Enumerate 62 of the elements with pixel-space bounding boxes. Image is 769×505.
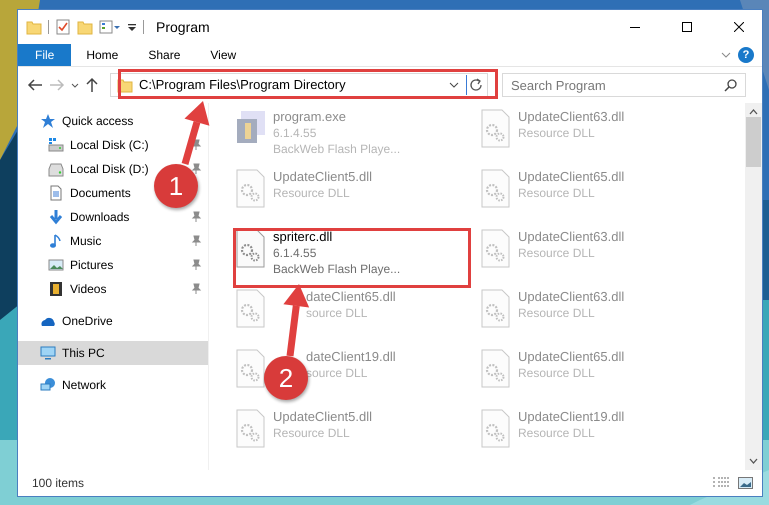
file-detail: Resource DLL: [518, 125, 596, 141]
sidebar-item[interactable]: Documents: [18, 181, 137, 205]
properties-icon[interactable]: [99, 19, 121, 35]
address-bar[interactable]: C:\Program Files\Program Directory: [110, 73, 488, 97]
file-detail: BackWeb Flash Playe...: [273, 141, 400, 157]
maximize-icon: [682, 22, 692, 32]
scrollbar[interactable]: [745, 103, 762, 470]
ribbon-tab[interactable]: Share: [133, 44, 196, 66]
scroll-up-icon[interactable]: [749, 109, 758, 115]
file-detail: Resource DLL: [273, 425, 351, 441]
ribbon-tab[interactable]: Home: [71, 44, 134, 66]
ribbon-tab[interactable]: View: [195, 44, 252, 66]
drive-icon: [48, 137, 64, 153]
back-icon[interactable]: [26, 77, 44, 93]
file-detail: Resource DLL: [518, 305, 596, 321]
checklist-icon[interactable]: [55, 19, 71, 35]
gear-file-icon[interactable]: [235, 229, 267, 269]
picture-icon: [48, 257, 64, 273]
file-name[interactable]: spriterc.dll: [273, 229, 400, 245]
file-detail: Resource DLL: [518, 245, 596, 261]
file-menu-button[interactable]: File: [18, 44, 72, 66]
gear-file-icon[interactable]: [235, 349, 267, 389]
item-count: 100 items: [32, 475, 86, 492]
file-detail: 6.1.4.55: [273, 245, 318, 261]
large-icons-view-icon[interactable]: [738, 476, 754, 490]
file-detail: Resource DLL: [518, 365, 596, 381]
sidebar-item[interactable]: Quick access: [18, 109, 140, 133]
sidebar-item[interactable]: Pictures: [18, 253, 120, 277]
sidebar-item[interactable]: Music: [18, 229, 108, 253]
sidebar-item[interactable]: Local Disk (C:): [18, 133, 155, 157]
file-detail: Resource DLL: [518, 425, 596, 441]
help-button[interactable]: ?: [738, 47, 754, 63]
sidebar-item[interactable]: Videos: [18, 277, 112, 301]
scroll-down-icon[interactable]: [749, 458, 758, 464]
file-detail: source DLL: [306, 365, 368, 381]
file-detail: Resource DLL: [518, 185, 596, 201]
download-icon: [48, 209, 64, 225]
sidebar-item[interactable]: OneDrive: [18, 309, 119, 333]
document-icon: [48, 185, 64, 201]
search-field[interactable]: Search Program: [502, 73, 746, 97]
monitor-icon: [40, 345, 56, 361]
window-title: Program: [156, 18, 210, 37]
folder-icon[interactable]: [26, 19, 42, 35]
callout-arrow: [182, 101, 210, 165]
search-icon[interactable]: [724, 78, 738, 92]
sidebar-item[interactable]: Downloads: [18, 205, 136, 229]
file-detail: source DLL: [306, 305, 368, 321]
sidebar-item[interactable]: This PC: [18, 341, 208, 365]
file-detail: BackWeb Flash Playe...: [273, 261, 400, 277]
film-icon: [48, 281, 64, 297]
file-detail: 6.1.4.55: [273, 125, 318, 141]
star-icon: [40, 113, 56, 129]
address-path[interactable]: C:\Program Files\Program Directory: [133, 75, 446, 95]
drive-icon: [48, 161, 64, 177]
scrollbar-thumb[interactable]: [746, 117, 761, 167]
folder-icon[interactable]: [77, 19, 93, 35]
network-icon: [40, 377, 56, 393]
close-icon: [734, 22, 744, 32]
sidebar-item[interactable]: Network: [18, 373, 112, 397]
up-icon[interactable]: [84, 77, 100, 93]
sidebar-item[interactable]: Local Disk (D:): [18, 157, 155, 181]
file-detail: Resource DLL: [273, 185, 351, 201]
